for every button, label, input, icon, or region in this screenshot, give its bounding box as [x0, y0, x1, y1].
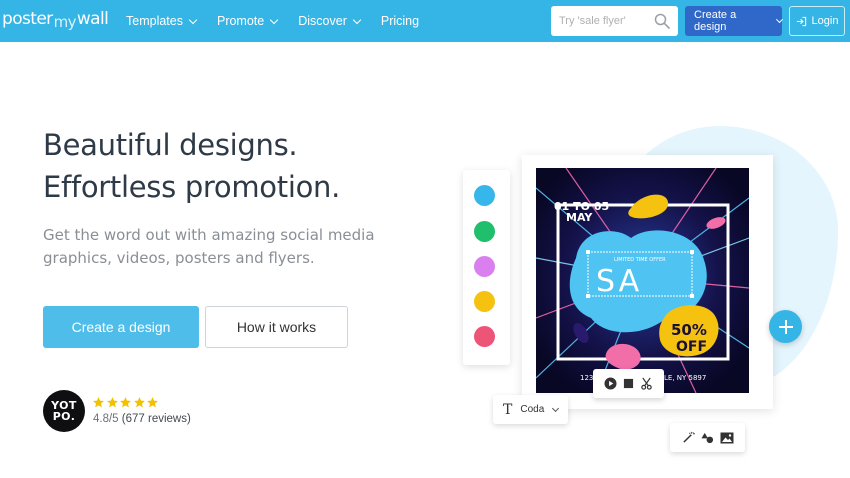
stop-icon[interactable] [623, 378, 634, 389]
page: poster my wall Templates Promote Discover … [0, 0, 850, 478]
logo-text-my: my [53, 13, 77, 31]
add-button[interactable] [769, 310, 802, 343]
rating-score: 4.8/5 [93, 413, 119, 425]
scissors-icon[interactable] [640, 377, 653, 390]
star-icon [120, 397, 131, 408]
chevron-down-icon [269, 15, 279, 24]
yotpo-logo[interactable]: YOT PO. [43, 390, 85, 432]
how-it-works-button[interactable]: How it works [205, 306, 348, 348]
chevron-down-icon [552, 404, 560, 412]
text-icon: T [503, 401, 513, 418]
nav-discover[interactable]: Discover [298, 14, 362, 28]
nav-create-design-label: Create a design [694, 9, 737, 33]
hero-title: Beautiful designs. Effortless promotion. [43, 124, 443, 208]
media-toolbar [593, 369, 664, 398]
hero-subtitle-line-2: graphics, videos, posters and flyers. [43, 249, 315, 267]
nav-pricing[interactable]: Pricing [381, 14, 419, 28]
poster-tagline: LIMITED TIME OFFER [614, 257, 666, 263]
nav-links: Templates Promote Discover Pricing [126, 0, 440, 42]
color-swatch-yellow[interactable] [474, 291, 495, 312]
color-swatch-pink[interactable] [474, 326, 495, 347]
postermywall-logo[interactable]: poster my wall [2, 9, 109, 33]
poster-address-left: 123 [580, 374, 593, 382]
top-navbar: poster my wall Templates Promote Discover … [0, 0, 850, 42]
sale-poster-preview: 01 TO 05 MAY LIMITED TIME OFFER SA 50% O… [536, 168, 749, 393]
color-swatch-purple[interactable] [474, 256, 495, 277]
star-icon [133, 397, 145, 408]
image-icon[interactable] [720, 432, 734, 444]
star-icon [147, 397, 158, 408]
poster-artwork: 01 TO 05 MAY LIMITED TIME OFFER SA 50% O… [536, 168, 749, 393]
hero-title-line-1: Beautiful designs. [43, 128, 298, 162]
search-icon[interactable] [654, 13, 670, 29]
review-count: (677 reviews) [121, 413, 191, 425]
chevron-down-icon [776, 15, 784, 24]
shapes-icon[interactable] [700, 431, 714, 444]
nav-discover-label: Discover [298, 14, 347, 28]
play-icon[interactable] [604, 377, 617, 390]
rating-summary[interactable]: 4.8/5 (677 reviews) [93, 413, 191, 425]
poster-date-line-2: MAY [566, 211, 593, 224]
chevron-down-icon [352, 15, 362, 24]
hero-subtitle-line-1: Get the word out with amazing social med… [43, 226, 375, 244]
magic-wand-icon[interactable] [682, 431, 695, 444]
login-label: Login [811, 15, 839, 27]
poster-discount-off: OFF [676, 339, 707, 355]
nav-templates[interactable]: Templates [126, 14, 198, 28]
hero-subtitle: Get the word out with amazing social med… [43, 224, 403, 270]
poster-address-right: LE, NY 5897 [664, 374, 706, 382]
font-picker[interactable]: T Coda [493, 395, 568, 424]
login-icon [796, 16, 806, 26]
nav-templates-label: Templates [126, 14, 183, 28]
hero-title-line-2: Effortless promotion. [43, 170, 341, 204]
star-icon [93, 397, 104, 408]
nav-pricing-label: Pricing [380, 14, 420, 28]
poster-headline: SA [596, 264, 642, 299]
star-icon [106, 397, 118, 408]
font-picker-label: Coda [520, 404, 545, 415]
color-palette-panel [463, 170, 510, 365]
effects-toolbar [670, 423, 745, 452]
login-button[interactable]: Login [789, 6, 845, 36]
search-box [551, 6, 678, 36]
star-rating [92, 396, 160, 409]
color-swatch-green[interactable] [474, 221, 495, 242]
chevron-down-icon [188, 15, 198, 24]
poster-discount-percent: 50% [671, 321, 707, 339]
logo-text-poster: poster [2, 9, 53, 29]
nav-promote-label: Promote [216, 14, 265, 28]
create-design-button[interactable]: Create a design [43, 306, 199, 348]
yotpo-logo-line-2: PO. [52, 410, 76, 423]
nav-promote[interactable]: Promote [216, 14, 279, 28]
color-swatch-blue[interactable] [474, 185, 495, 206]
logo-text-wall: wall [76, 9, 109, 29]
search-input[interactable] [559, 15, 649, 27]
nav-create-design-button[interactable]: Create a design [685, 6, 784, 36]
